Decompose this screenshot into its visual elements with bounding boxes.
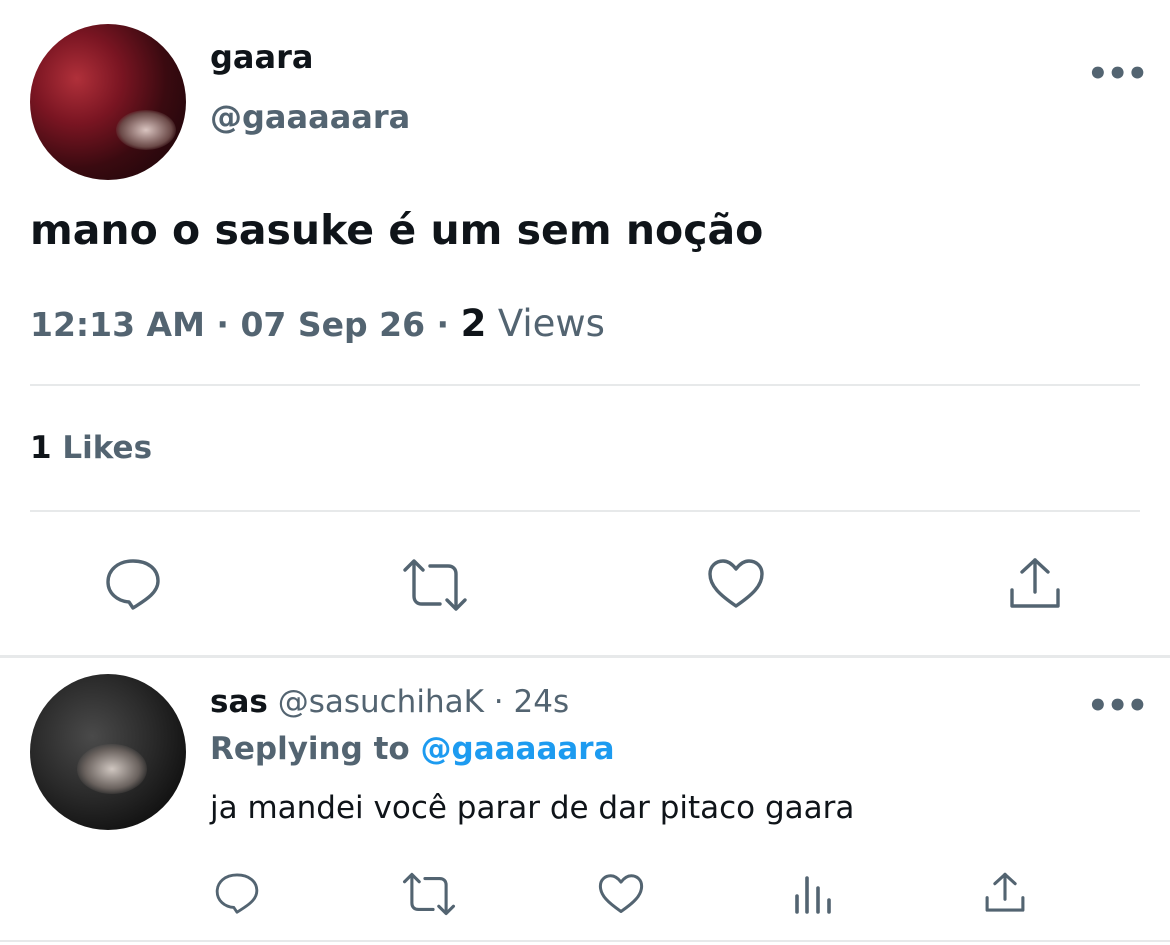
like-count: 1 [30, 430, 52, 466]
tweet-date: 07 Sep 26 [240, 305, 426, 344]
more-options-button[interactable]: ••• [1087, 54, 1148, 94]
retweet-icon [403, 559, 467, 611]
reply-retweet-button[interactable] [402, 872, 456, 916]
reply-share-button[interactable] [984, 870, 1026, 916]
replying-to-mention[interactable]: @gaaaaara [421, 731, 615, 767]
bottom-divider [0, 940, 1170, 942]
reply-more-options-button[interactable]: ••• [1087, 686, 1148, 726]
share-icon [985, 872, 1025, 912]
like-icon [598, 874, 644, 913]
reply-icon [106, 559, 160, 610]
author-avatar[interactable] [30, 24, 186, 180]
reply-header: sas @sasuchihaK · 24s [210, 684, 569, 720]
reply-age: 24s [513, 684, 570, 720]
reply-text: ja mandei você parar de dar pitaco gaara [210, 790, 855, 826]
view-count: 2 [460, 302, 487, 345]
tweet-text: mano o sasuke é um sem noção [30, 206, 764, 254]
author-name[interactable]: gaara [210, 38, 313, 76]
share-icon [1010, 558, 1060, 608]
reply-like-button[interactable] [598, 873, 644, 915]
separator-dot: · [216, 305, 241, 344]
like-icon [708, 559, 764, 608]
divider [30, 510, 1140, 512]
separator-dot: · [436, 305, 461, 344]
divider [30, 384, 1140, 386]
likes-label: Likes [62, 430, 153, 466]
reply-author-handle[interactable]: @sasuchihaK [278, 684, 484, 720]
retweet-button[interactable] [402, 558, 468, 612]
views-label: Views [497, 302, 605, 345]
replying-to-label: Replying to [210, 731, 410, 767]
author-handle[interactable]: @gaaaaara [210, 98, 410, 136]
reply-reply-button[interactable] [214, 872, 260, 916]
like-button[interactable] [707, 558, 765, 610]
reply-analytics-button[interactable] [793, 872, 833, 916]
likes-summary[interactable]: 1 Likes [30, 430, 152, 466]
separator-dot: · [493, 684, 514, 720]
reply-icon [215, 873, 259, 914]
reply-author-avatar[interactable] [30, 674, 186, 830]
section-divider [0, 655, 1170, 658]
reply-author-name[interactable]: sas [210, 684, 268, 720]
replying-to: Replying to @gaaaaara [210, 731, 615, 767]
tweet-meta: 12:13 AM · 07 Sep 26 · 2 Views [30, 302, 605, 345]
retweet-icon [403, 872, 455, 916]
reply-button[interactable] [104, 558, 162, 612]
analytics-icon [795, 876, 831, 914]
share-button[interactable] [1008, 556, 1062, 612]
tweet-time: 12:13 AM [30, 305, 205, 344]
